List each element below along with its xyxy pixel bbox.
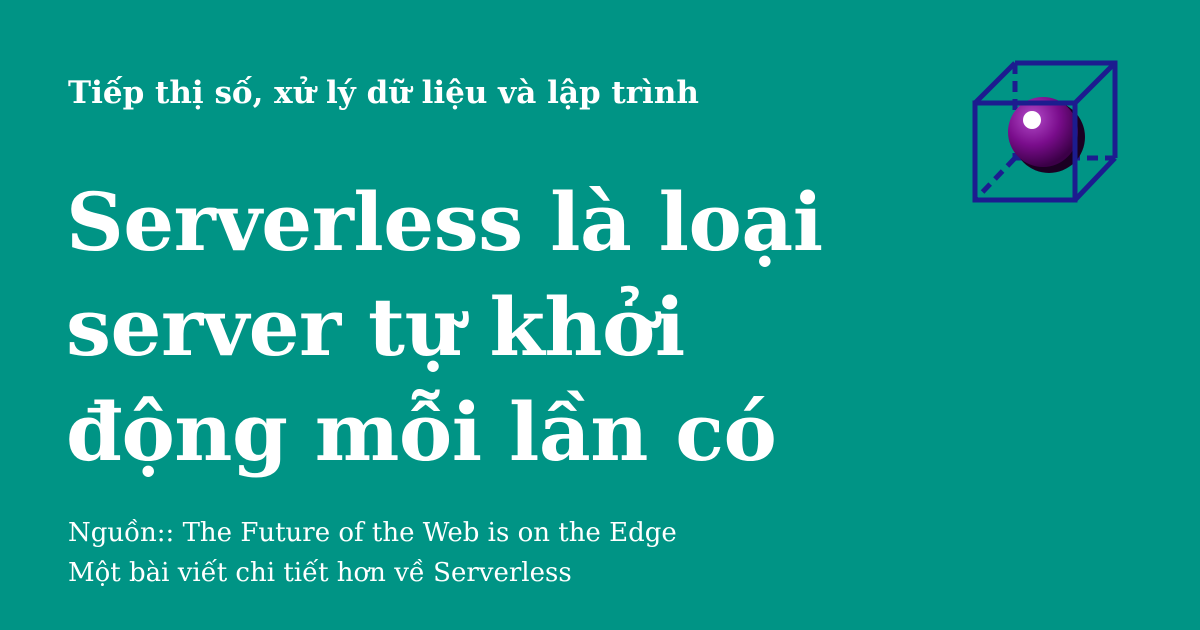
article-link-text: Một bài viết chi tiết hơn về Serverless [68, 558, 572, 588]
cube-sphere-icon [972, 60, 1118, 203]
social-card: Tiếp thị số, xử lý dữ liệu và lập trình … [0, 0, 1200, 630]
headline-line: Serverless là loại [66, 175, 823, 269]
headline-line: động mỗi lần có [66, 385, 777, 479]
cube-hidden-edge [973, 156, 1017, 202]
cube-bottom-right-edge [1073, 156, 1117, 202]
sphere-highlight [1023, 111, 1041, 129]
sphere [1008, 97, 1078, 167]
source-text: Nguồn:: The Future of the Web is on the … [68, 518, 677, 548]
cube-top-left-edge [973, 61, 1017, 105]
site-tagline: Tiếp thị số, xử lý dữ liệu và lập trình [68, 75, 699, 111]
headline-line: server tự khởi [66, 280, 685, 374]
article-footer: Nguồn:: The Future of the Web is on the … [68, 513, 868, 593]
cube-top-right-edge [1073, 61, 1117, 105]
article-headline: Serverless là loại server tự khởi động m… [66, 170, 926, 485]
